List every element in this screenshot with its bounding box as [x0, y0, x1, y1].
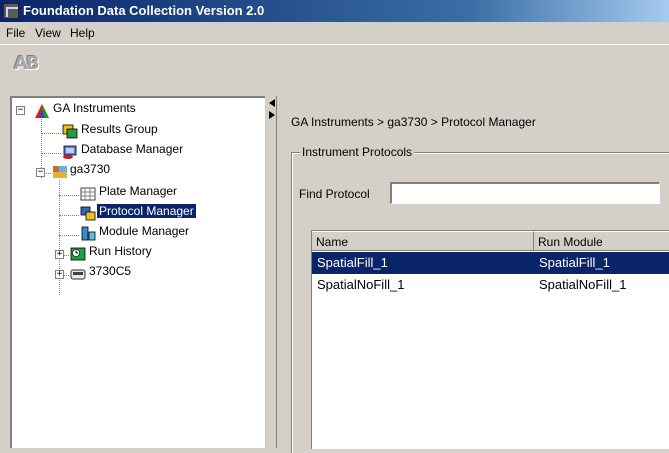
tree-connector: [59, 235, 79, 237]
expand-toggle-run-history[interactable]: +: [55, 250, 64, 259]
tree-connector: [59, 195, 79, 197]
app-icon[interactable]: [3, 3, 19, 19]
collapse-toggle-ga3730[interactable]: −: [36, 168, 45, 177]
device-icon: [70, 269, 86, 280]
tree-item-run-history[interactable]: Run History: [87, 244, 154, 258]
cell-name: SpatialFill_1: [317, 255, 388, 270]
protocol-manager-panel: GA Instruments > ga3730 > Protocol Manag…: [276, 96, 669, 453]
run-history-icon: [70, 247, 86, 261]
logo-text: AB: [14, 53, 40, 74]
tree-item-ga-instruments[interactable]: GA Instruments: [51, 101, 138, 115]
triangle-instrument-icon: [35, 104, 49, 118]
tree-connector: [41, 133, 61, 135]
menu-view[interactable]: View: [35, 26, 61, 40]
cell-name: SpatialNoFill_1: [317, 277, 405, 292]
breadcrumb: GA Instruments > ga3730 > Protocol Manag…: [291, 115, 536, 129]
table-row[interactable]: SpatialFill_1 SpatialFill_1: [312, 252, 669, 274]
module-manager-icon: [81, 226, 96, 241]
toolbar: AB: [0, 44, 669, 91]
column-header-name[interactable]: Name: [312, 231, 534, 251]
cell-run-module: SpatialFill_1: [539, 255, 610, 270]
menu-bar: File View Help: [0, 22, 669, 44]
cell-run-module: SpatialNoFill_1: [539, 277, 627, 292]
tree-item-3730c5[interactable]: 3730C5: [87, 264, 133, 278]
window-title: Foundation Data Collection Version 2.0: [23, 3, 265, 18]
instrument-icon: [53, 166, 67, 178]
protocol-manager-icon: [80, 206, 96, 221]
tree-item-protocol-manager[interactable]: Protocol Manager: [97, 204, 196, 218]
table-row[interactable]: SpatialNoFill_1 SpatialNoFill_1: [312, 274, 669, 296]
collapse-toggle-ga-instruments[interactable]: −: [16, 106, 25, 115]
menu-file[interactable]: File: [6, 26, 25, 40]
navigation-tree[interactable]: − GA Instruments Results Group Database …: [10, 96, 265, 448]
collapse-left-arrow-icon[interactable]: [269, 99, 275, 107]
title-bar: Foundation Data Collection Version 2.0: [0, 0, 669, 22]
ab-logo: AB: [14, 53, 54, 75]
find-protocol-input[interactable]: [390, 182, 660, 204]
tree-item-module-manager[interactable]: Module Manager: [97, 224, 191, 238]
tree-item-results-group[interactable]: Results Group: [79, 122, 160, 136]
menu-help[interactable]: Help: [70, 26, 95, 40]
database-manager-icon: [63, 145, 77, 159]
pane-splitter[interactable]: [265, 96, 275, 448]
results-group-icon: [62, 124, 78, 139]
tree-connector: [41, 153, 61, 155]
group-title: Instrument Protocols: [300, 145, 415, 159]
expand-toggle-3730c5[interactable]: +: [55, 270, 64, 279]
tree-item-ga3730[interactable]: ga3730: [68, 162, 112, 176]
plate-manager-icon: [80, 187, 96, 201]
tree-item-database-manager[interactable]: Database Manager: [79, 142, 185, 156]
collapse-right-arrow-icon[interactable]: [269, 111, 275, 119]
tree-item-plate-manager[interactable]: Plate Manager: [97, 184, 179, 198]
tree-connector: [59, 215, 79, 217]
find-protocol-label: Find Protocol: [299, 187, 370, 201]
column-header-run-module[interactable]: Run Module: [534, 231, 669, 251]
protocols-table[interactable]: Name Run Module SpatialFill_1 SpatialFil…: [311, 230, 669, 449]
